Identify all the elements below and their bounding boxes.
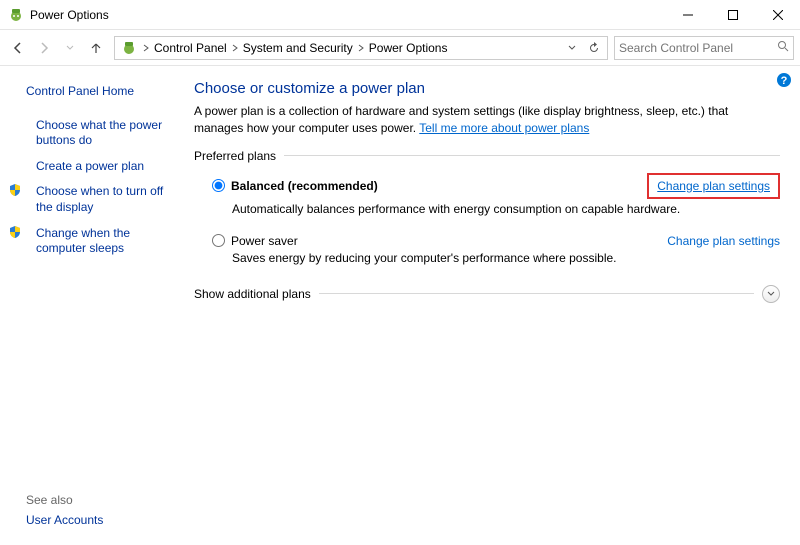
minimize-button[interactable]: [665, 0, 710, 30]
back-button[interactable]: [6, 36, 30, 60]
divider: [284, 155, 780, 156]
address-dropdown[interactable]: [561, 37, 583, 59]
search-icon[interactable]: [777, 40, 789, 55]
change-plan-settings-balanced[interactable]: Change plan settings: [647, 173, 780, 199]
sidebar: Control Panel Home Choose what the power…: [0, 66, 190, 545]
breadcrumb-separator[interactable]: [230, 37, 240, 59]
plan-power-saver-label[interactable]: Power saver: [231, 234, 298, 248]
search-input[interactable]: [619, 41, 777, 55]
refresh-button[interactable]: [583, 37, 605, 59]
control-panel-home-link[interactable]: Control Panel Home: [16, 80, 180, 104]
sidebar-turn-off-display[interactable]: Choose when to turn off the display: [26, 180, 180, 219]
window-title: Power Options: [30, 8, 665, 22]
svg-text:?: ?: [781, 75, 788, 87]
show-additional-plans[interactable]: Show additional plans: [194, 275, 780, 303]
divider: [319, 293, 754, 294]
shield-icon: [8, 225, 22, 239]
page-heading: Choose or customize a power plan: [194, 80, 780, 97]
see-also-label: See also: [16, 489, 180, 509]
recent-dropdown[interactable]: [58, 36, 82, 60]
plan-power-saver: Power saver Change plan settings Saves e…: [194, 226, 780, 275]
sidebar-choose-buttons[interactable]: Choose what the power buttons do: [26, 114, 180, 153]
titlebar: Power Options: [0, 0, 800, 30]
change-plan-settings-power-saver[interactable]: Change plan settings: [667, 234, 780, 248]
breadcrumb-power-options[interactable]: Power Options: [366, 37, 451, 59]
preferred-plans-label: Preferred plans: [194, 149, 780, 163]
breadcrumb-separator[interactable]: [141, 37, 151, 59]
main-content: ? Choose or customize a power plan A pow…: [190, 66, 800, 545]
close-button[interactable]: [755, 0, 800, 30]
search-box[interactable]: [614, 36, 794, 60]
sidebar-computer-sleeps[interactable]: Change when the computer sleeps: [26, 222, 180, 261]
up-button[interactable]: [84, 36, 108, 60]
window-controls: [665, 0, 800, 30]
plan-power-saver-desc: Saves energy by reducing your computer's…: [232, 251, 780, 265]
sidebar-user-accounts[interactable]: User Accounts: [16, 509, 180, 533]
forward-button[interactable]: [32, 36, 56, 60]
chevron-down-icon[interactable]: [762, 285, 780, 303]
help-icon[interactable]: ?: [776, 72, 792, 88]
power-options-icon: [8, 7, 24, 23]
power-options-icon: [121, 40, 137, 56]
sidebar-create-plan[interactable]: Create a power plan: [26, 155, 144, 179]
plan-balanced-label[interactable]: Balanced (recommended): [231, 179, 378, 193]
breadcrumb-control-panel[interactable]: Control Panel: [151, 37, 230, 59]
learn-more-link[interactable]: Tell me more about power plans: [419, 121, 589, 135]
plan-power-saver-radio[interactable]: [212, 234, 225, 247]
page-description: A power plan is a collection of hardware…: [194, 103, 780, 137]
address-bar[interactable]: Control Panel System and Security Power …: [114, 36, 608, 60]
maximize-button[interactable]: [710, 0, 755, 30]
navbar: Control Panel System and Security Power …: [0, 30, 800, 66]
plan-balanced-radio[interactable]: [212, 179, 225, 192]
shield-icon: [8, 183, 22, 197]
plan-balanced-desc: Automatically balances performance with …: [232, 202, 780, 216]
plan-balanced: Balanced (recommended) Change plan setti…: [194, 165, 780, 226]
breadcrumb-system-security[interactable]: System and Security: [240, 37, 356, 59]
breadcrumb-separator[interactable]: [356, 37, 366, 59]
